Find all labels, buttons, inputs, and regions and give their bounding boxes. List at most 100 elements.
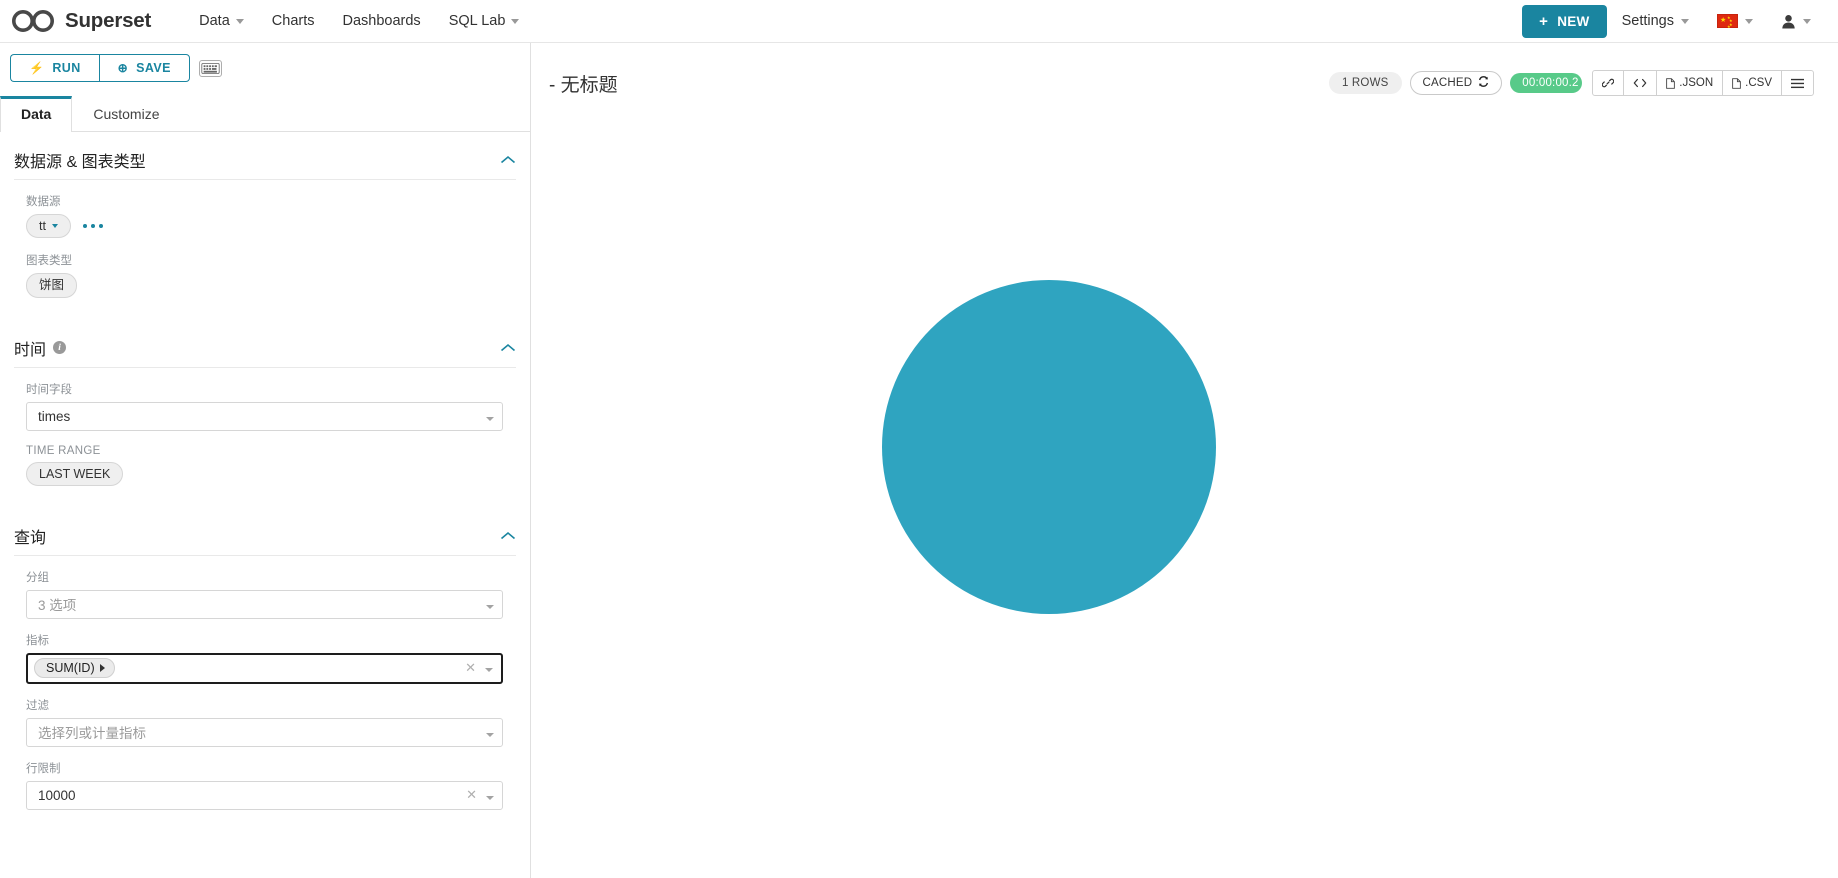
nav-item-data[interactable]: Data [185,2,258,40]
run-save-button-group: ⚡ RUN ⊕ SAVE [10,54,190,82]
time-column-select[interactable]: times [26,401,503,431]
filters-label: 过滤 [26,699,49,712]
clear-icon[interactable]: ✕ [466,787,477,803]
time-range-pill[interactable]: LAST WEEK [26,461,124,486]
chevron-down-icon [1803,18,1811,24]
tab-data-label: Data [21,106,52,122]
page-title[interactable]: - 无标题 [549,70,618,97]
timer-badge-label: 00:00:00.2 [1522,77,1579,89]
brand[interactable]: Superset [12,9,151,33]
nav-item-sql-lab[interactable]: SQL Lab [435,2,534,40]
share-link-button[interactable] [1592,70,1625,96]
file-icon [1666,77,1676,89]
chevron-down-icon [486,725,494,740]
view-query-button[interactable] [1623,70,1658,96]
settings-label: Settings [1621,13,1674,29]
chart-menu-button[interactable] [1781,70,1814,96]
groupby-select[interactable]: 3 选项 [26,589,503,619]
chart-panel: - 无标题 1 ROWS CACHED 00:00:00.2 .JSON .CS… [531,43,1838,878]
rows-badge-label: 1 ROWS [1341,77,1389,89]
datasource-row: tt [26,214,516,239]
chart-canvas [531,101,1838,861]
datasource-field: 数据源 tt [14,193,516,239]
chevron-down-icon[interactable] [485,659,493,677]
rows-badge: 1 ROWS [1328,72,1402,94]
chevron-down-icon [486,597,494,612]
time-section: 时间 i 时间字段 times TIME RANGE LAST WEEK [0,320,530,486]
viztype-field: 图表类型 饼图 [14,252,516,298]
chevron-down-icon [235,18,244,24]
chevron-up-icon[interactable] [500,343,516,353]
clear-icon[interactable]: ✕ [465,660,476,676]
tab-data[interactable]: Data [0,96,73,132]
main-nav-links: Data Charts Dashboards SQL Lab [185,2,533,40]
row-limit-label: 行限制 [26,762,61,775]
chevron-down-icon [1745,18,1753,24]
settings-menu[interactable]: Settings [1609,3,1702,39]
new-button[interactable]: + NEW [1522,4,1607,38]
chevron-down-icon [1681,18,1689,24]
hamburger-menu-icon [1791,78,1804,89]
panel-scroll-area[interactable]: 数据源 & 图表类型 数据源 tt 图表类型 饼图 时间 i 时间字段 time… [0,132,530,878]
body-wrapper: ⚡ RUN ⊕ SAVE Data Customize 数据源 & 图表类型 数… [0,43,1838,878]
metric-tag-sum-id[interactable]: SUM(ID) [34,658,115,679]
export-json-button[interactable]: .JSON [1656,70,1724,96]
groupby-field: 分组 3 选项 [14,569,516,619]
info-icon[interactable]: i [53,341,67,354]
query-section-header[interactable]: 查询 [14,508,516,556]
row-limit-value: 10000 [38,787,76,803]
keyboard-shortcuts-button[interactable] [198,59,222,77]
flag-star-large: ★ [1720,16,1727,24]
ellipsis-icon[interactable] [82,223,104,229]
export-csv-button[interactable]: .CSV [1722,70,1782,96]
plus-icon: + [1539,12,1549,30]
tab-customize[interactable]: Customize [72,96,180,131]
filters-field: 过滤 选择列或计量指标 [14,697,516,747]
superset-infinity-logo-icon [12,10,56,32]
datasource-pill[interactable]: tt [26,214,71,239]
chevron-down-icon[interactable] [486,788,494,803]
save-button[interactable]: ⊕ SAVE [98,54,190,82]
filters-select[interactable]: 选择列或计量指标 [26,717,503,747]
nav-item-data-label: Data [199,13,230,29]
metrics-label: 指标 [26,634,49,647]
refresh-icon [1478,76,1489,90]
link-icon [1602,77,1615,89]
pie-slice-sum-id[interactable] [882,280,1216,614]
user-menu[interactable] [1768,4,1824,39]
viztype-field-label: 图表类型 [26,255,72,268]
nav-item-sql-lab-label: SQL Lab [448,13,506,29]
nav-item-charts[interactable]: Charts [258,2,329,40]
viztype-pill[interactable]: 饼图 [26,273,78,298]
viztype-pill-label: 饼图 [39,278,65,293]
row-limit-select[interactable]: 10000 ✕ [26,780,503,810]
user-avatar-icon [1781,14,1796,29]
query-section: 查询 分组 3 选项 指标 SUM(ID) ✕ 过滤 选择列或计量指标 行限制 … [0,508,530,830]
time-section-header[interactable]: 时间 i [14,320,516,368]
plus-circle-icon: ⊕ [117,61,129,75]
time-range-value: LAST WEEK [39,466,111,481]
run-button[interactable]: ⚡ RUN [10,54,99,82]
datasource-field-label: 数据源 [26,196,61,208]
code-icon [1633,77,1647,89]
metrics-select[interactable]: SUM(ID) ✕ [26,652,503,684]
groupby-label: 分组 [26,571,49,584]
datasource-pill-label: tt [39,219,46,233]
action-bar: ⚡ RUN ⊕ SAVE [0,43,530,92]
language-selector[interactable]: ★ ★ ★ ★ ★ [1704,4,1766,38]
datasource-section-title: 数据源 & 图表类型 [14,154,146,171]
chart-header: - 无标题 1 ROWS CACHED 00:00:00.2 .JSON .CS… [531,43,1838,101]
query-section-title: 查询 [14,529,47,547]
cached-badge[interactable]: CACHED [1409,71,1503,95]
export-json-label: .JSON [1679,77,1714,89]
chevron-up-icon[interactable] [500,155,516,165]
flag-star-small: ★ [1727,24,1731,29]
nav-item-dashboards[interactable]: Dashboards [329,2,435,40]
timer-badge: 00:00:00.2 [1510,73,1583,93]
chevron-up-icon[interactable] [500,531,516,541]
datasource-section-header[interactable]: 数据源 & 图表类型 [14,132,516,180]
file-icon [1732,77,1741,89]
chevron-down-icon [51,224,58,229]
china-flag-icon: ★ ★ ★ ★ ★ [1717,14,1738,29]
groupby-value: 3 选项 [38,598,77,614]
